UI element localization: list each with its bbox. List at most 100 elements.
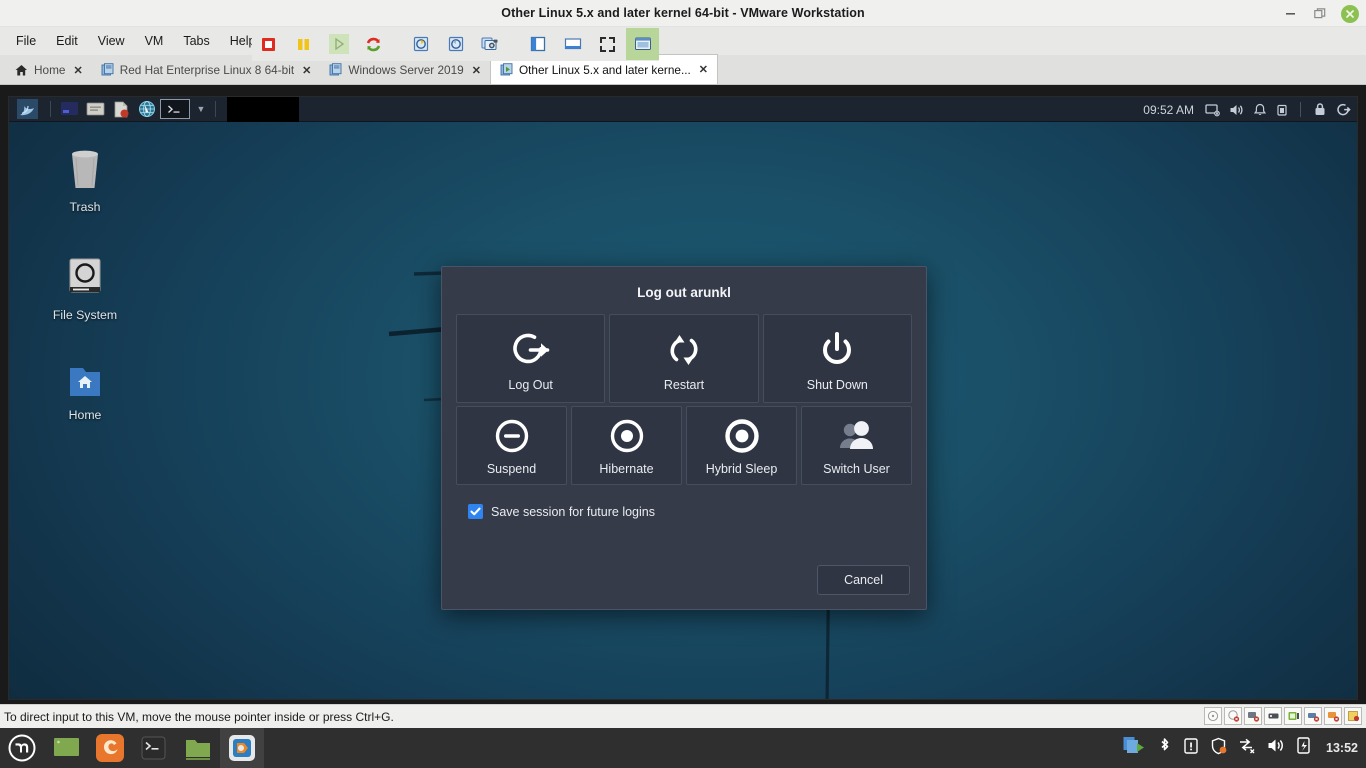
window-controls (1280, 0, 1360, 27)
hybrid-sleep-button[interactable]: Hybrid Sleep (686, 406, 797, 485)
home-folder-icon (70, 368, 100, 396)
play-icon (328, 34, 349, 54)
display-adapter-icon[interactable] (1324, 707, 1342, 725)
snapshot-manager-button[interactable] (474, 28, 507, 60)
log-out-button[interactable]: Log Out (456, 314, 606, 403)
tab-close-icon[interactable]: ✕ (302, 64, 311, 77)
update-manager-icon[interactable] (1183, 737, 1199, 760)
status-message: To direct input to this VM, move the mou… (4, 709, 394, 724)
menu-file[interactable]: File (6, 30, 46, 52)
restart-icon (366, 37, 381, 51)
desktop-icon-home[interactable]: Home (39, 362, 131, 422)
log-out-icon[interactable] (1336, 102, 1351, 117)
take-snapshot-button[interactable] (404, 28, 437, 60)
suspend-button[interactable] (287, 28, 320, 60)
revert-snapshot-button[interactable] (439, 28, 472, 60)
shut-down-button[interactable]: Shut Down (762, 314, 912, 403)
dialog-actions-row-1: Log Out Restart Shut Down (456, 314, 912, 403)
chevron-down-icon[interactable]: ▼ (192, 97, 210, 122)
terminal-launcher[interactable] (160, 99, 190, 119)
power-icon (823, 332, 852, 364)
sound-card-icon[interactable] (1284, 707, 1302, 725)
switch-user-icon (839, 420, 873, 449)
save-session-row[interactable]: Save session for future logins (456, 504, 912, 519)
console-view-button[interactable] (556, 28, 589, 60)
network-disconnected-icon[interactable] (1238, 737, 1256, 759)
fullscreen-button[interactable] (591, 28, 624, 60)
network-adapter-icon[interactable] (1244, 707, 1262, 725)
vmware-toolbar (252, 27, 659, 61)
hibernate-button[interactable]: Hibernate (571, 406, 682, 485)
firewall-shield-icon[interactable] (1210, 737, 1227, 760)
volume-icon[interactable] (1229, 103, 1244, 117)
unity-mode-button[interactable] (626, 28, 659, 60)
volume-icon[interactable] (1267, 737, 1285, 759)
workspace-switcher-icon[interactable] (1123, 736, 1146, 760)
restore-button[interactable] (1310, 4, 1330, 24)
terminal-launcher[interactable] (132, 728, 176, 768)
menu-tabs[interactable]: Tabs (173, 30, 219, 52)
desktop-icon-file-system[interactable]: File System (39, 254, 131, 322)
whisker-menu-button[interactable] (9, 97, 45, 122)
save-session-label: Save session for future logins (491, 504, 655, 519)
save-session-checkbox[interactable] (468, 504, 483, 519)
usb-controller-icon[interactable] (1264, 707, 1282, 725)
tab-close-icon[interactable]: ✕ (472, 64, 481, 77)
message-log-icon[interactable] (1344, 707, 1362, 725)
web-browser-icon (139, 101, 155, 117)
firefox-launcher[interactable] (88, 728, 132, 768)
menu-edit[interactable]: Edit (46, 30, 88, 52)
device-status-icons (1204, 707, 1362, 725)
power-off-button[interactable] (252, 28, 285, 60)
files-launcher[interactable] (176, 728, 220, 768)
text-editor-icon (114, 101, 129, 117)
switch-user-button[interactable]: Switch User (801, 406, 912, 485)
notification-bell-icon[interactable] (1253, 103, 1267, 117)
fullscreen-icon (600, 36, 615, 52)
vmware-title-bar: Other Linux 5.x and later kernel 64-bit … (0, 0, 1366, 27)
tab-home[interactable]: Home ✕ (6, 56, 92, 84)
show-desktop-launcher[interactable] (44, 728, 88, 768)
suspend-button[interactable]: Suspend (456, 406, 567, 485)
hybrid-sleep-icon (724, 418, 759, 453)
vmware-workstation-launcher[interactable] (220, 728, 264, 768)
menu-view[interactable]: View (88, 30, 135, 52)
battery-icon[interactable] (1276, 103, 1288, 117)
show-library-button[interactable] (521, 28, 554, 60)
menu-vm[interactable]: VM (135, 30, 174, 52)
files-icon (186, 740, 210, 760)
guest-desktop[interactable]: Trash File System Home Log out arunkl Lo… (9, 122, 1357, 699)
tab-close-icon[interactable]: ✕ (73, 64, 82, 77)
file-manager-launcher[interactable] (82, 97, 108, 122)
desktop-icon-trash[interactable]: Trash (39, 146, 131, 214)
minimize-button[interactable] (1280, 4, 1300, 24)
play-button[interactable] (322, 28, 355, 60)
close-button[interactable] (1340, 4, 1360, 24)
panel-clock[interactable]: 09:52 AM (1143, 103, 1194, 117)
linux-mint-menu-button[interactable] (0, 728, 44, 768)
bluetooth-icon[interactable] (1157, 737, 1172, 760)
firefox-icon (96, 734, 124, 762)
display-icon[interactable] (1205, 103, 1220, 117)
guest-screen[interactable]: ▼ 09:52 AM Trash File System Home Log ou… (8, 96, 1358, 700)
show-desktop-launcher[interactable] (56, 97, 82, 122)
tab-close-icon[interactable]: ✕ (699, 63, 708, 76)
text-editor-launcher[interactable] (108, 97, 134, 122)
task-window-button[interactable] (227, 97, 299, 122)
desktop-icon-label: Home (68, 408, 102, 422)
power-battery-icon[interactable] (1296, 736, 1312, 760)
menu-bar: File Edit View VM Tabs Help (0, 27, 1366, 55)
printer-icon[interactable] (1304, 707, 1322, 725)
taskbar-clock[interactable]: 13:52 (1326, 741, 1358, 755)
cd-drive-icon[interactable] (1224, 707, 1242, 725)
lock-screen-icon[interactable] (1313, 102, 1327, 117)
restart-guest-button[interactable] (357, 28, 390, 60)
button-label: Hibernate (599, 461, 654, 476)
restart-button[interactable]: Restart (609, 314, 759, 403)
hard-disk-icon[interactable] (1204, 707, 1222, 725)
cancel-button[interactable]: Cancel (817, 565, 910, 595)
web-browser-launcher[interactable] (134, 97, 160, 122)
linux-mint-menu-icon (8, 734, 36, 762)
window-title: Other Linux 5.x and later kernel 64-bit … (501, 6, 865, 20)
desktop-icon-label: File System (52, 308, 118, 322)
